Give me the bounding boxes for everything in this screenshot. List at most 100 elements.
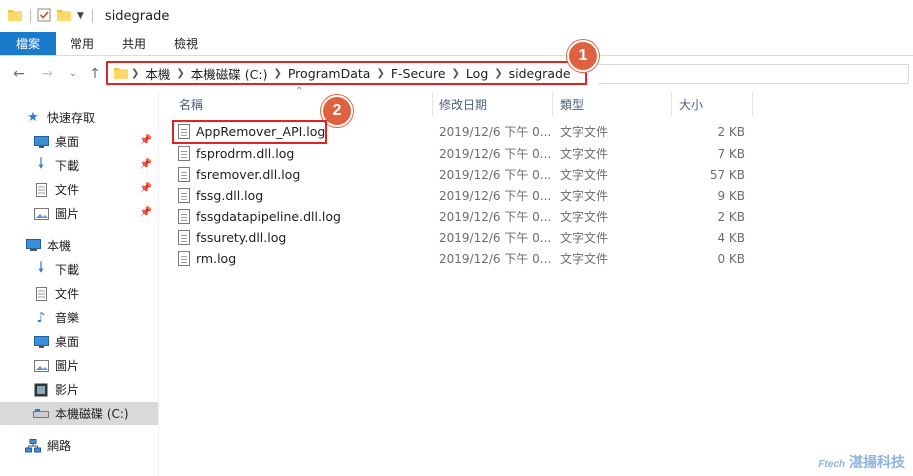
file-type: 文字文件	[560, 252, 609, 266]
nav-label: 網路	[47, 439, 72, 453]
callout-badge-1: 1	[567, 40, 599, 72]
file-date: 2019/12/6 下午 0...	[439, 189, 552, 203]
pin-icon[interactable]: 📌	[140, 207, 152, 218]
divider	[30, 9, 31, 23]
file-date: 2019/12/6 下午 0...	[439, 210, 552, 224]
nav-label: 桌面	[55, 335, 80, 349]
column-type[interactable]: 類型	[552, 92, 670, 116]
folder-icon	[8, 9, 22, 24]
nav-quick-desktop[interactable]: 桌面 📌	[32, 130, 158, 153]
file-row[interactable]: fssurety.dll.log 2019/12/6 下午 0... 文字文件 …	[170, 227, 760, 248]
chevron-right-icon[interactable]: ❯	[452, 68, 460, 79]
file-name-cell[interactable]: fsprodrm.dll.log	[178, 143, 436, 164]
watermark-logo: Ftech 湛揚科技	[818, 452, 905, 472]
nav-quick-pictures[interactable]: 圖片 📌	[32, 202, 158, 225]
file-name-cell[interactable]: rm.log	[178, 248, 436, 269]
file-size: 4 KB	[717, 230, 745, 245]
nav-quick-downloads[interactable]: 🠗 下載 📌	[32, 154, 158, 177]
pin-icon[interactable]: 📌	[140, 159, 152, 170]
desktop-icon	[32, 134, 50, 150]
customize-dropdown-icon[interactable]: ▼	[77, 11, 84, 21]
desktop-icon	[32, 334, 50, 350]
file-name: fssgdatapipeline.dll.log	[196, 209, 341, 224]
music-note-icon: ♪	[36, 309, 46, 326]
file-row[interactable]: fsprodrm.dll.log 2019/12/6 下午 0... 文字文件 …	[170, 143, 760, 164]
nav-pc-desktop[interactable]: 桌面	[32, 330, 158, 353]
document-icon	[32, 286, 50, 302]
column-name[interactable]: 名稱	[171, 92, 431, 116]
nav-label: 下載	[55, 263, 80, 277]
nav-pc-downloads[interactable]: 🠗 下載	[32, 258, 158, 281]
nav-pc-documents[interactable]: 文件	[32, 282, 158, 305]
file-row[interactable]: fssg.dll.log 2019/12/6 下午 0... 文字文件 9 KB	[170, 185, 760, 206]
chevron-right-icon[interactable]: ❯	[376, 68, 384, 79]
file-date: 2019/12/6 下午 0...	[439, 168, 552, 182]
nav-quick-documents[interactable]: 文件 📌	[32, 178, 158, 201]
nav-label: 文件	[55, 287, 80, 301]
download-arrow-icon: 🠗	[37, 154, 45, 172]
nav-label: 桌面	[55, 135, 80, 149]
title-bar: ▼ sidegrade	[0, 0, 913, 32]
column-date[interactable]: 修改日期	[431, 92, 551, 116]
file-name-cell[interactable]: fssg.dll.log	[178, 185, 436, 206]
chevron-right-icon[interactable]: ❯	[494, 68, 502, 79]
breadcrumb-local-disk[interactable]: 本機磁碟 (C:)	[191, 64, 268, 83]
nav-pc-local-disk[interactable]: 本機磁碟 (C:)	[0, 402, 158, 425]
forward-arrow-icon[interactable]: →	[36, 63, 58, 85]
text-file-icon	[178, 251, 190, 266]
nav-label: 本機	[47, 239, 72, 253]
file-name-cell[interactable]: fssgdatapipeline.dll.log	[178, 206, 436, 227]
file-row[interactable]: fsremover.dll.log 2019/12/6 下午 0... 文字文件…	[170, 164, 760, 185]
nav-pc-pictures[interactable]: 圖片	[32, 354, 158, 377]
network-icon	[24, 438, 42, 454]
file-row[interactable]: fssgdatapipeline.dll.log 2019/12/6 下午 0.…	[170, 206, 760, 227]
file-name-cell[interactable]: fsremover.dll.log	[178, 164, 436, 185]
address-bar[interactable]: ❯ 本機 ❯ 本機磁碟 (C:) ❯ ProgramData ❯ F-Secur…	[106, 61, 587, 85]
tab-share[interactable]: 共用	[108, 32, 160, 55]
star-icon: ★	[27, 110, 39, 125]
column-size[interactable]: 大小	[671, 92, 751, 116]
recent-locations-chevron-icon[interactable]: ⌄	[62, 63, 84, 85]
file-row[interactable]: rm.log 2019/12/6 下午 0... 文字文件 0 KB	[170, 248, 760, 269]
nav-label: 文件	[55, 183, 80, 197]
tab-view[interactable]: 檢視	[160, 32, 212, 55]
back-arrow-icon[interactable]: ←	[8, 63, 30, 85]
properties-icon[interactable]	[37, 8, 51, 25]
pin-icon[interactable]: 📌	[140, 135, 152, 146]
nav-label: 影片	[55, 383, 80, 397]
chevron-right-icon[interactable]: ❯	[176, 68, 184, 79]
nav-pc-music[interactable]: ♪ 音樂	[32, 306, 158, 329]
computer-icon	[24, 238, 42, 254]
breadcrumb-programdata[interactable]: ProgramData	[288, 66, 371, 81]
tab-home[interactable]: 常用	[56, 32, 108, 55]
pictures-icon	[32, 206, 50, 222]
file-type: 文字文件	[560, 147, 609, 161]
search-box[interactable]	[598, 64, 909, 84]
film-icon	[32, 382, 50, 398]
up-arrow-icon[interactable]: ↑	[84, 63, 106, 85]
chevron-right-icon[interactable]: ❯	[131, 68, 139, 79]
pin-icon[interactable]: 📌	[140, 183, 152, 194]
new-folder-icon[interactable]	[57, 9, 71, 24]
file-name: fssg.dll.log	[196, 188, 264, 203]
document-icon	[32, 182, 50, 198]
file-size: 2 KB	[717, 209, 745, 224]
chevron-right-icon[interactable]: ❯	[273, 68, 281, 79]
file-size: 2 KB	[717, 124, 745, 139]
nav-label: 圖片	[55, 359, 80, 373]
breadcrumb-log[interactable]: Log	[466, 66, 488, 81]
nav-pc-videos[interactable]: 影片	[32, 378, 158, 401]
breadcrumb-sidegrade[interactable]: sidegrade	[509, 66, 571, 81]
tab-file[interactable]: 檔案	[0, 32, 57, 55]
file-name-cell[interactable]: fssurety.dll.log	[178, 227, 436, 248]
divider	[91, 9, 93, 23]
pane-divider[interactable]	[158, 92, 159, 476]
breadcrumb-this-pc[interactable]: 本機	[145, 64, 170, 83]
watermark-big: 湛揚科技	[849, 454, 905, 470]
column-divider[interactable]	[752, 92, 753, 116]
file-size: 0 KB	[717, 251, 745, 266]
text-file-icon	[178, 209, 190, 224]
file-size: 9 KB	[717, 188, 745, 203]
file-name: fsprodrm.dll.log	[196, 146, 295, 161]
breadcrumb-f-secure[interactable]: F-Secure	[391, 66, 446, 81]
